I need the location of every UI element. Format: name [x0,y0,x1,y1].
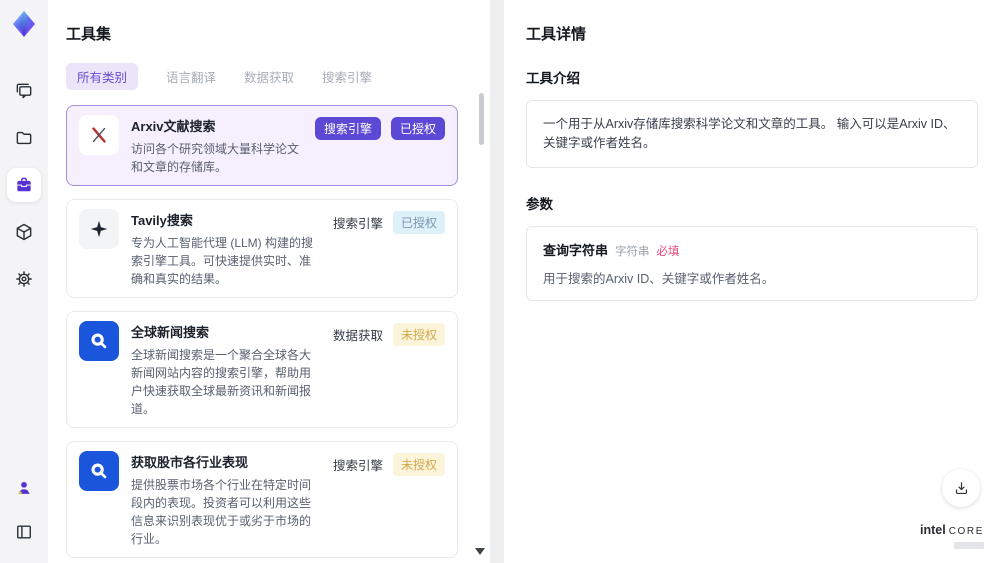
cube-icon [16,223,32,241]
sidebar-item-files[interactable] [7,121,41,155]
magnifier-glyph [91,333,107,349]
brand-core-text: CORE [948,526,984,537]
sidebar-item-settings[interactable] [7,262,41,296]
brand-intel-text: intel [920,523,946,537]
tool-card[interactable]: 获取股市各行业表现 提供股票市场各个行业在特定时间段内的表现。投资者可以利用这些… [66,441,458,558]
arxiv-logo-glyph [92,127,106,143]
gem-logo-icon [13,11,35,37]
auth-status-badge: 已授权 [392,211,445,234]
sidebar-item-panel-toggle[interactable] [7,515,41,549]
auth-status-badge: 未授权 [392,453,445,476]
search-blue-icon [79,321,119,361]
toolset-panel: 工具集 所有类别 语言翻译 数据获取 搜索引擎 Arxiv文献搜索 访问各个研究领域大… [48,0,490,563]
details-title: 工具详情 [526,26,587,43]
tool-intro-text: 一个用于从Arxiv存储库搜索科学论文和文章的工具。 输入可以是Arxiv ID… [526,100,978,168]
category-badge: 数据获取 [332,329,383,343]
chat-icon [16,83,32,99]
parameter-description: 用于搜索的Arxiv ID、关键字或作者姓名。 [543,271,775,286]
tool-card[interactable]: 全球新闻搜索 全球新闻搜索是一个聚合全球各大新闻网站内容的搜索引擎，帮助用户快速… [66,311,458,428]
panel-toggle-icon [17,525,31,539]
category-tabs: 所有类别 语言翻译 数据获取 搜索引擎 [66,63,472,90]
parameter-type: 字符串 [615,245,650,258]
magnifier-glyph [91,463,107,479]
arxiv-icon [79,115,119,155]
tool-name: Tavily搜索 [131,213,193,228]
tavily-star-glyph [90,220,108,238]
sidebar-item-tools[interactable] [7,168,41,202]
brand-subtext-placeholder [954,542,984,549]
settings-icon [16,271,32,287]
tool-description: 全球新闻搜索是一个聚合全球各大新闻网站内容的搜索引擎，帮助用户快速获取全球最新资… [131,348,312,416]
sidebar-item-chat[interactable] [7,74,41,108]
auth-status-badge: 已授权 [390,117,445,140]
tool-description: 专为人工智能代理 (LLM) 构建的搜索引擎工具。可快速提供实时、准确和真实的结… [131,236,314,286]
intel-core-logo: intel CORE [920,521,984,549]
list-scrollbar[interactable] [475,90,486,557]
scrollbar-thumb[interactable] [479,93,484,145]
folder-icon [16,131,32,145]
params-section-title: 参数 [526,196,553,212]
parameter-card: 查询字符串 字符串 必填 用于搜索的Arxiv ID、关键字或作者姓名。 [526,225,978,301]
scroll-down-icon[interactable] [475,548,485,555]
tab-2[interactable]: 数据获取 [244,63,294,90]
tool-card[interactable]: Arxiv文献搜索 访问各个研究领域大量科学论文和文章的存储库。 搜索引擎 已授… [66,105,458,186]
tool-card[interactable]: Tavily搜索 专为人工智能代理 (LLM) 构建的搜索引擎工具。可快速提供实… [66,199,458,298]
tab-3[interactable]: 搜索引擎 [322,63,372,90]
params-list: 查询字符串 字符串 必填 用于搜索的Arxiv ID、关键字或作者姓名。 [526,225,978,301]
download-icon [955,481,967,494]
tool-name: 获取股市各行业表现 [131,455,249,470]
sidebar-item-user[interactable] [7,471,41,505]
toolbox-icon [17,177,31,192]
parameter-required-flag: 必填 [656,245,680,258]
tab-0[interactable]: 所有类别 [66,63,139,90]
tool-name: Arxiv文献搜索 [131,119,216,134]
tool-list: Arxiv文献搜索 访问各个研究领域大量科学论文和文章的存储库。 搜索引擎 已授… [66,105,472,563]
app-logo [11,10,37,38]
sidebar-item-models[interactable] [7,215,41,249]
tool-description: 访问各个研究领域大量科学论文和文章的存储库。 [131,142,300,174]
parameter-name: 查询字符串 [543,242,609,258]
tavily-icon [79,209,119,249]
auth-status-badge: 未授权 [392,323,445,346]
category-badge: 搜索引擎 [314,117,381,140]
intro-section-title: 工具介绍 [526,71,580,86]
category-badge: 搜索引擎 [332,459,383,473]
download-button[interactable] [942,469,980,507]
category-badge: 搜索引擎 [332,217,383,231]
tool-details-panel: 工具详情 工具介绍 一个用于从Arxiv存储库搜索科学论文和文章的工具。 输入可… [504,0,1000,563]
tool-description: 提供股票市场各个行业在特定时间段内的表现。投资者可以利用这些信息来识别表现优于或… [131,478,312,546]
search-blue-icon [79,451,119,491]
sidebar [0,0,48,563]
page-title: 工具集 [66,26,112,43]
tool-name: 全球新闻搜索 [131,325,210,340]
tab-1[interactable]: 语言翻译 [166,63,216,90]
user-icon [18,482,30,495]
